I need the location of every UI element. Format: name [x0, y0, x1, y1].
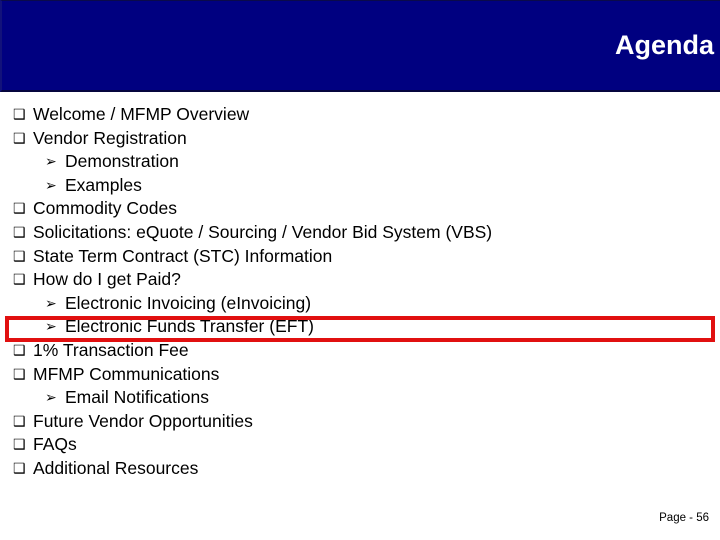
agenda-item-label: MFMP Communications — [33, 363, 220, 384]
square-bullet-icon: ❑ — [13, 200, 26, 217]
agenda-item-label: FAQs — [33, 434, 77, 455]
agenda-item[interactable]: ❑ State Term Contract (STC) Information — [0, 245, 720, 269]
square-bullet-icon: ❑ — [13, 412, 26, 429]
square-bullet-icon: ❑ — [13, 223, 26, 240]
square-bullet-icon: ❑ — [13, 365, 26, 382]
square-bullet-icon: ❑ — [13, 436, 26, 453]
arrow-bullet-icon: ➢ — [45, 389, 57, 406]
agenda-item[interactable]: ❑ Commodity Codes — [0, 197, 720, 221]
agenda-item[interactable]: ❑ MFMP Communications — [0, 363, 720, 387]
agenda-item-label: 1% Transaction Fee — [33, 339, 189, 360]
agenda-bullet-list: ❑ Welcome / MFMP Overview ❑ Vendor Registra… — [0, 103, 720, 481]
square-bullet-icon: ❑ — [13, 271, 26, 288]
agenda-item-label: Welcome / MFMP Overview — [33, 104, 250, 124]
arrow-bullet-icon: ➢ — [45, 176, 57, 193]
agenda-item-label: How do I get Paid? — [33, 269, 181, 290]
agenda-item[interactable]: ❑ 1% Transaction Fee — [0, 339, 720, 363]
agenda-item-label: Additional Resources — [33, 457, 199, 478]
agenda-item-label: Future Vendor Opportunities — [33, 410, 253, 431]
agenda-item-label: Demonstration — [65, 151, 179, 172]
agenda-item[interactable]: ➢ Electronic Funds Transfer (EFT) — [0, 315, 720, 339]
slide-title-banner: Agenda — [0, 0, 720, 92]
square-bullet-icon: ❑ — [13, 106, 26, 122]
agenda-item-label: Solicitations: eQuote / Sourcing / Vendo… — [33, 221, 493, 242]
agenda-item[interactable]: ❑ Additional Resources — [0, 457, 720, 481]
arrow-bullet-icon: ➢ — [45, 153, 57, 170]
square-bullet-icon: ❑ — [13, 129, 26, 146]
agenda-item[interactable]: ❑ Solicitations: eQuote / Sourcing / Vend… — [0, 221, 720, 245]
agenda-item-label: Commodity Codes — [33, 198, 177, 219]
agenda-item[interactable]: ➢ Email Notifications — [0, 386, 720, 410]
presentation-slide: Agenda ❑ Welcome / MFMP Overview ❑ Vendor R… — [0, 0, 720, 540]
agenda-item-label: Examples — [65, 174, 142, 195]
agenda-item[interactable]: ❑ Future Vendor Opportunities — [0, 410, 720, 434]
square-bullet-icon: ❑ — [13, 247, 26, 264]
agenda-item[interactable]: ❑ Vendor Registration — [0, 127, 720, 151]
agenda-item[interactable]: ❑ FAQs — [0, 433, 720, 457]
footer-page-number: Page - 56 — [659, 512, 709, 524]
arrow-bullet-icon: ➢ — [45, 294, 57, 311]
square-bullet-icon: ❑ — [13, 459, 26, 476]
arrow-bullet-icon: ➢ — [45, 318, 57, 335]
agenda-item[interactable]: ❑ Welcome / MFMP Overview — [0, 103, 720, 127]
agenda-item-label: Electronic Funds Transfer (EFT) — [65, 316, 314, 337]
agenda-item-label: State Term Contract (STC) Information — [33, 245, 333, 266]
page-title: Agenda — [614, 30, 714, 60]
square-bullet-icon: ❑ — [13, 341, 26, 358]
agenda-item-label: Vendor Registration — [33, 127, 187, 148]
agenda-item[interactable]: ➢ Examples — [0, 174, 720, 198]
agenda-item[interactable]: ➢ Demonstration — [0, 150, 720, 174]
agenda-item[interactable]: ❑ How do I get Paid? — [0, 268, 720, 292]
agenda-item-label: Electronic Invoicing (eInvoicing) — [65, 292, 312, 313]
agenda-item-label: Email Notifications — [65, 387, 209, 408]
agenda-item[interactable]: ➢ Electronic Invoicing (eInvoicing) — [0, 292, 720, 316]
